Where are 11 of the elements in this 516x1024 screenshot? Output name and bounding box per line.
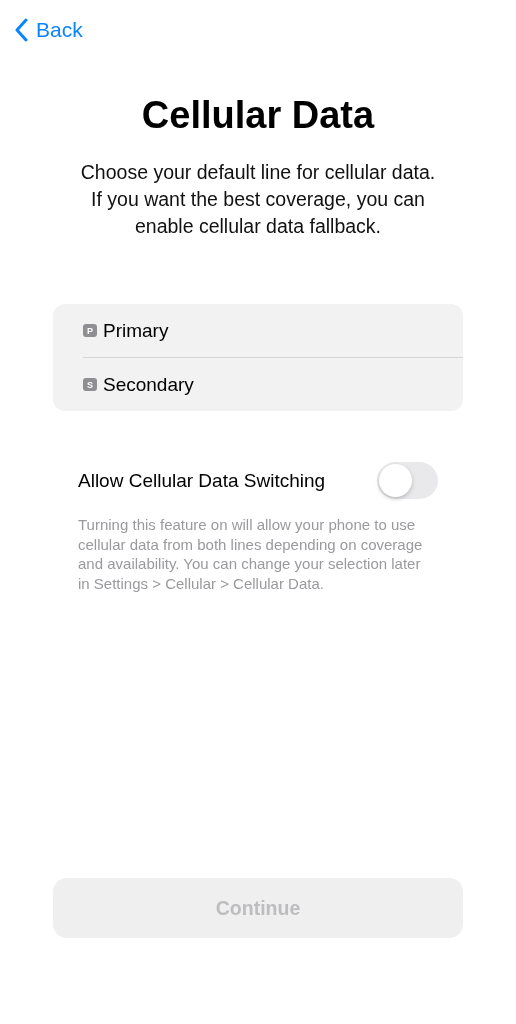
toggle-switch[interactable] [377,462,438,499]
line-label[interactable]: Primary [103,319,169,342]
back-button[interactable]: Back [14,18,83,42]
switch-label: Allow Cellular Data Switching [78,469,326,492]
chevron-left-icon [14,18,28,42]
line-badge: S [83,378,97,391]
line-badge: P [83,324,97,337]
footnote: Turning this feature on will allow your phone to use cellular data from both lines depending on coverage and availability. You can change your selection later in Settings > Cellular > Cellular Data. [78,515,424,593]
line-label[interactable]: Secondary [103,373,194,396]
page-title: Cellular Data [140,94,376,137]
subtitle: Choose your default line for cellular data. If you want the best coverage, you can enable cellular data fallback. [79,160,437,239]
